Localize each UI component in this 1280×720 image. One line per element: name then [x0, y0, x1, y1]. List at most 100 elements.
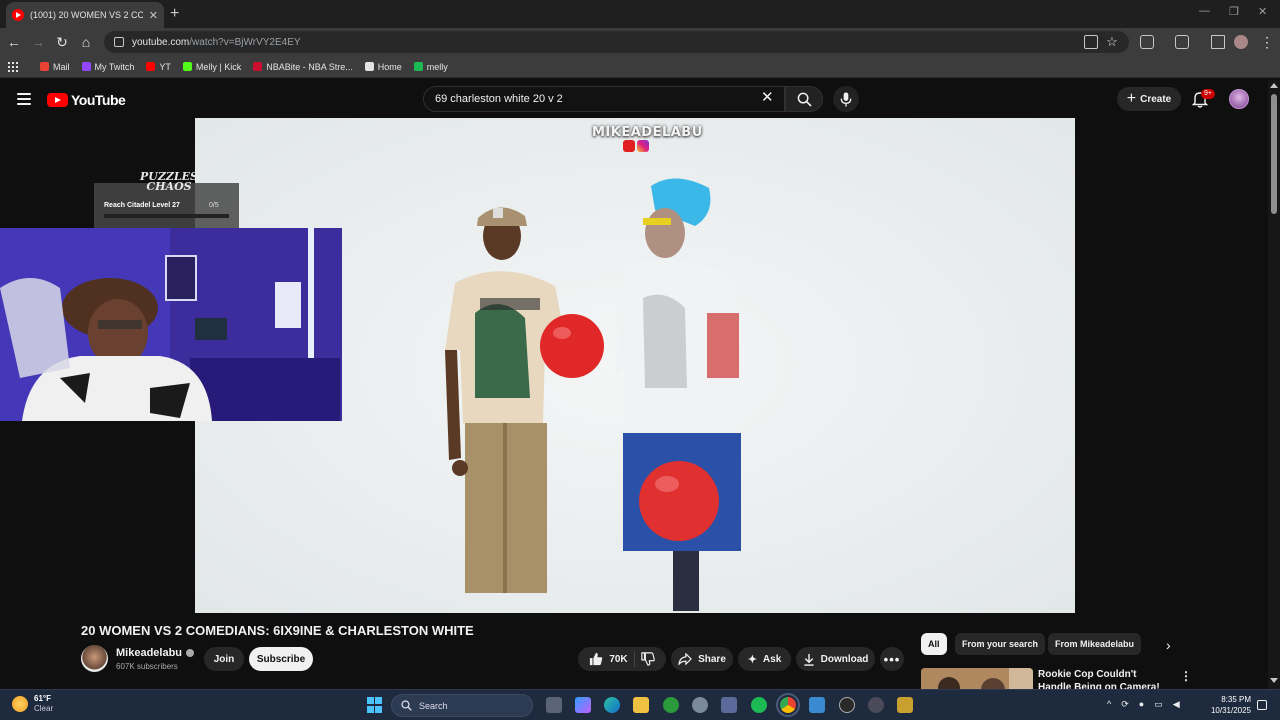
scrollbar-thumb[interactable] [1271, 94, 1277, 214]
store-icon[interactable] [721, 697, 737, 713]
like-button[interactable]: 70K [589, 652, 628, 666]
browser-tab[interactable]: (1001) 20 WOMEN VS 2 COMEDIANS: 6IX9INE … [6, 2, 164, 28]
copilot-icon[interactable] [575, 697, 591, 713]
apps-grid-icon[interactable] [8, 61, 18, 72]
mic-tray-icon[interactable]: ● [1139, 699, 1144, 710]
search-icon [401, 700, 412, 711]
file-explorer-icon[interactable] [633, 697, 649, 713]
create-label: Create [1140, 93, 1172, 105]
bookmark-my-twitch[interactable]: My Twitch [81, 62, 134, 72]
windows-start-icon[interactable] [367, 697, 383, 713]
balloon-right [639, 461, 719, 541]
search-button[interactable] [785, 86, 823, 112]
youtube-logo[interactable]: YouTube [47, 92, 126, 108]
address-bar[interactable]: youtube.com/watch?v=BjWrVY2E4EY [104, 31, 1129, 53]
profile-icon[interactable] [1234, 35, 1248, 49]
obs-icon[interactable] [692, 697, 708, 713]
share-icon [678, 653, 692, 665]
subscribe-button[interactable]: Subscribe [249, 647, 313, 671]
bookmark-home[interactable]: Home [364, 62, 402, 72]
scroll-up-arrow-icon[interactable] [1270, 83, 1278, 88]
scroll-down-arrow-icon[interactable] [1270, 678, 1278, 683]
page-scrollbar[interactable] [1268, 80, 1280, 689]
network-icon[interactable]: ▭ [1154, 699, 1163, 710]
share-button[interactable]: Share [671, 647, 733, 671]
join-button[interactable]: Join [204, 647, 244, 671]
app-icon[interactable] [868, 697, 884, 713]
weather-moon-icon [12, 696, 28, 712]
back-icon[interactable]: ← [5, 33, 23, 51]
channel-avatar[interactable] [81, 645, 108, 672]
guide-menu-icon[interactable] [17, 93, 31, 105]
account-avatar[interactable] [1229, 89, 1249, 109]
media-player-icon[interactable] [839, 697, 855, 713]
chevron-right-icon[interactable]: › [1166, 637, 1171, 653]
xbox-icon[interactable] [663, 697, 679, 713]
verified-badge-icon [186, 649, 195, 657]
bookmark-mail[interactable]: Mail [40, 62, 70, 72]
tray-app-icon[interactable]: ⟳ [1121, 699, 1129, 710]
download-button[interactable]: Download [796, 647, 875, 671]
tab-close-icon[interactable]: ✕ [149, 9, 158, 22]
new-tab-icon[interactable]: + [170, 5, 179, 23]
twitch-icon [81, 62, 91, 71]
spotify-icon[interactable] [751, 697, 767, 713]
ask-button[interactable]: ✦ Ask [738, 647, 791, 671]
temperature: 61°F [34, 694, 51, 703]
browser-menu-icon[interactable]: ⋮ [1258, 33, 1276, 51]
gmail-icon [40, 62, 49, 71]
watermark-social-icons [623, 140, 649, 152]
download-label: Download [820, 653, 869, 665]
system-clock[interactable]: 8:35 PM 10/31/2025 [1209, 694, 1251, 716]
reload-icon[interactable]: ↻ [53, 33, 71, 51]
chip-from-your-search[interactable]: From your search [955, 633, 1046, 655]
task-view-icon[interactable] [546, 697, 562, 713]
plus-icon: + [1126, 90, 1137, 107]
taskbar-search[interactable]: Search [391, 694, 533, 717]
site-info-icon[interactable] [114, 37, 124, 47]
bookmark-nbabite[interactable]: NBABite - NBA Stre... [253, 62, 353, 72]
app-icon-gold[interactable] [897, 697, 913, 713]
tray-overflow-icon[interactable]: ^ [1107, 699, 1111, 710]
edge-icon[interactable] [604, 697, 620, 713]
bookmark-yt[interactable]: YT [146, 62, 171, 72]
minimize-icon[interactable]: — [1199, 5, 1210, 17]
media-controls-icon[interactable] [1211, 35, 1225, 49]
bookmark-melly[interactable]: melly [413, 62, 448, 72]
volume-icon[interactable]: ◀ [1173, 699, 1180, 710]
window-close-icon[interactable]: ✕ [1258, 5, 1267, 18]
restore-icon[interactable]: ❐ [1229, 5, 1239, 18]
search-icon [797, 92, 812, 107]
tab-search-icon[interactable] [1175, 35, 1189, 49]
notification-center-icon[interactable] [1257, 700, 1267, 710]
system-tray: ^ ⟳ ● ▭ ◀ [1107, 699, 1180, 710]
forward-icon[interactable]: → [29, 33, 47, 51]
channel-name[interactable]: Mikeadelabu [116, 647, 195, 659]
thumbs-down-icon[interactable] [640, 652, 655, 666]
like-dislike-group: 70K [578, 647, 666, 671]
more-actions-button[interactable]: ••• [880, 647, 904, 671]
create-button[interactable]: + Create [1117, 87, 1181, 111]
bookmark-label: NBABite - NBA Stre... [266, 61, 353, 72]
clear-search-icon[interactable]: ✕ [761, 90, 774, 106]
chip-from-mikeadelabu[interactable]: From Mikeadelabu [1048, 633, 1142, 655]
url-host: youtube.com [132, 36, 190, 48]
url-text: youtube.com/watch?v=BjWrVY2E4EY [132, 37, 301, 48]
url-path: /watch?v=BjWrVY2E4EY [189, 36, 301, 48]
extensions-icon[interactable] [1140, 35, 1154, 49]
instagram-icon [637, 140, 649, 152]
bookmark-melly-kick[interactable]: Melly | Kick [182, 61, 242, 72]
install-app-icon[interactable] [1084, 35, 1098, 49]
chip-all[interactable]: All [921, 633, 947, 655]
youtube-masthead: YouTube 69 charleston white 20 v 2 ✕ + Cr… [0, 80, 1268, 118]
bookmark-star-icon[interactable]: ☆ [1103, 33, 1121, 51]
home-icon[interactable]: ⌂ [77, 33, 95, 51]
like-count: 70K [609, 653, 628, 665]
search-input[interactable]: 69 charleston white 20 v 2 [423, 86, 785, 112]
photos-icon[interactable] [809, 697, 825, 713]
weather-widget[interactable]: 61°F Clear [12, 694, 53, 714]
bookmark-label: Melly | Kick [195, 61, 242, 72]
more-vertical-icon[interactable]: ⋮ [1180, 669, 1192, 683]
chrome-icon[interactable] [776, 693, 800, 717]
voice-search-button[interactable] [833, 86, 859, 112]
